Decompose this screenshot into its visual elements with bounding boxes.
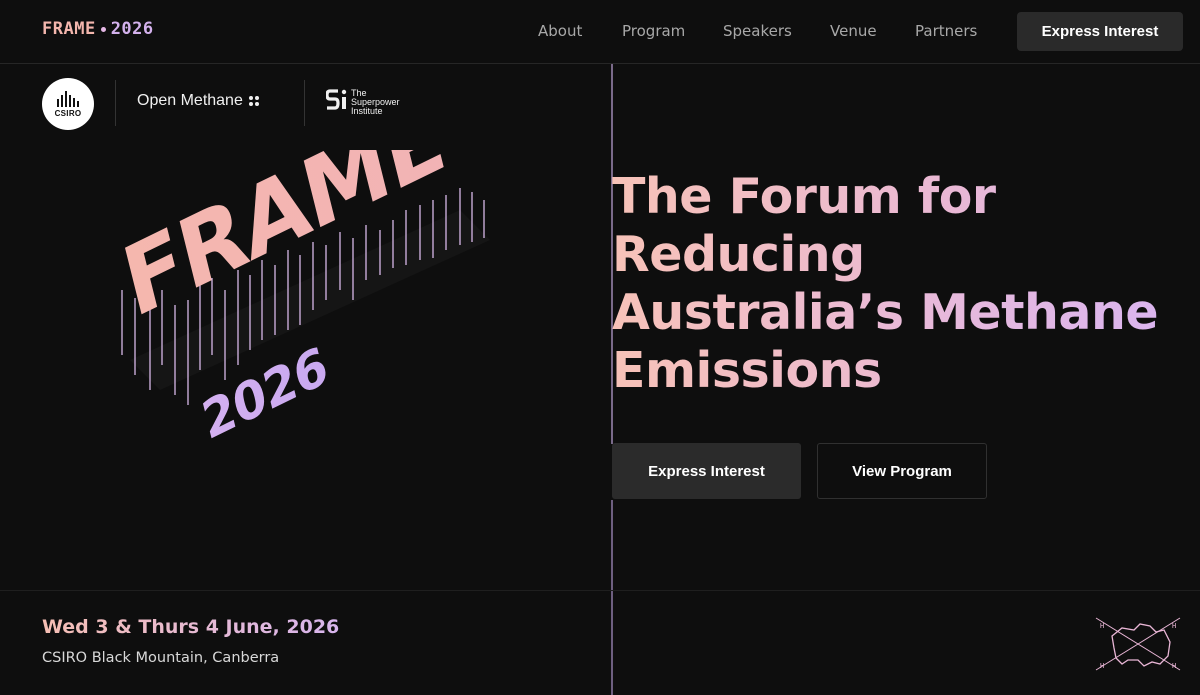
svg-text:H: H bbox=[1172, 662, 1176, 670]
open-methane-dots-icon bbox=[248, 96, 259, 106]
horizontal-divider bbox=[0, 590, 1200, 591]
logo-separator bbox=[115, 80, 116, 126]
nav-about[interactable]: About bbox=[538, 22, 582, 40]
view-program-button[interactable]: View Program bbox=[817, 443, 987, 499]
svg-text:H: H bbox=[1100, 622, 1104, 630]
csiro-logo: CSIRO bbox=[42, 78, 94, 130]
nav-program[interactable]: Program bbox=[622, 22, 685, 40]
superpower-institute-logo: The Superpower Institute bbox=[326, 88, 400, 116]
nav-venue[interactable]: Venue bbox=[830, 22, 877, 40]
superpower-institute-icon bbox=[326, 89, 347, 110]
csiro-bars-icon bbox=[57, 90, 79, 107]
nav-partners[interactable]: Partners bbox=[915, 22, 977, 40]
event-venue: CSIRO Black Mountain, Canberra bbox=[42, 650, 280, 666]
headline-line-4: Emissions bbox=[612, 342, 1192, 400]
superpower-institute-text: The Superpower Institute bbox=[351, 87, 400, 116]
headline-line-2: Reducing bbox=[612, 226, 1192, 284]
headline-line-1: The Forum for bbox=[612, 168, 1192, 226]
open-methane-label: Open Methane bbox=[137, 92, 243, 109]
hero-headline: The Forum for Reducing Australia’s Metha… bbox=[612, 168, 1192, 400]
svg-text:H: H bbox=[1100, 662, 1104, 670]
event-date: Wed 3 & Thurs 4 June, 2026 bbox=[42, 616, 340, 638]
vertical-divider-lower bbox=[611, 500, 613, 695]
landing-page: FRAME 2026 About Program Speakers Venue … bbox=[0, 0, 1200, 695]
express-interest-button[interactable]: Express Interest bbox=[612, 443, 801, 499]
brand-wordmark: FRAME bbox=[42, 19, 96, 39]
australia-map-icon: H H H H bbox=[1095, 617, 1181, 671]
frame-2026-logo-art: FRAME 2026 bbox=[113, 150, 490, 452]
brand-year: 2026 bbox=[110, 19, 154, 39]
nav-speakers[interactable]: Speakers bbox=[723, 22, 792, 40]
brand-dot-icon bbox=[100, 26, 106, 32]
site-header: FRAME 2026 About Program Speakers Venue … bbox=[0, 0, 1200, 64]
express-interest-header-button[interactable]: Express Interest bbox=[1017, 12, 1183, 51]
logo-separator bbox=[304, 80, 305, 126]
open-methane-logo: Open Methane bbox=[137, 92, 259, 110]
svg-text:H: H bbox=[1172, 622, 1176, 630]
headline-line-3: Australia’s Methane bbox=[612, 284, 1192, 342]
csiro-logo-text: CSIRO bbox=[54, 108, 82, 118]
brand-logo[interactable]: FRAME 2026 bbox=[42, 19, 154, 39]
